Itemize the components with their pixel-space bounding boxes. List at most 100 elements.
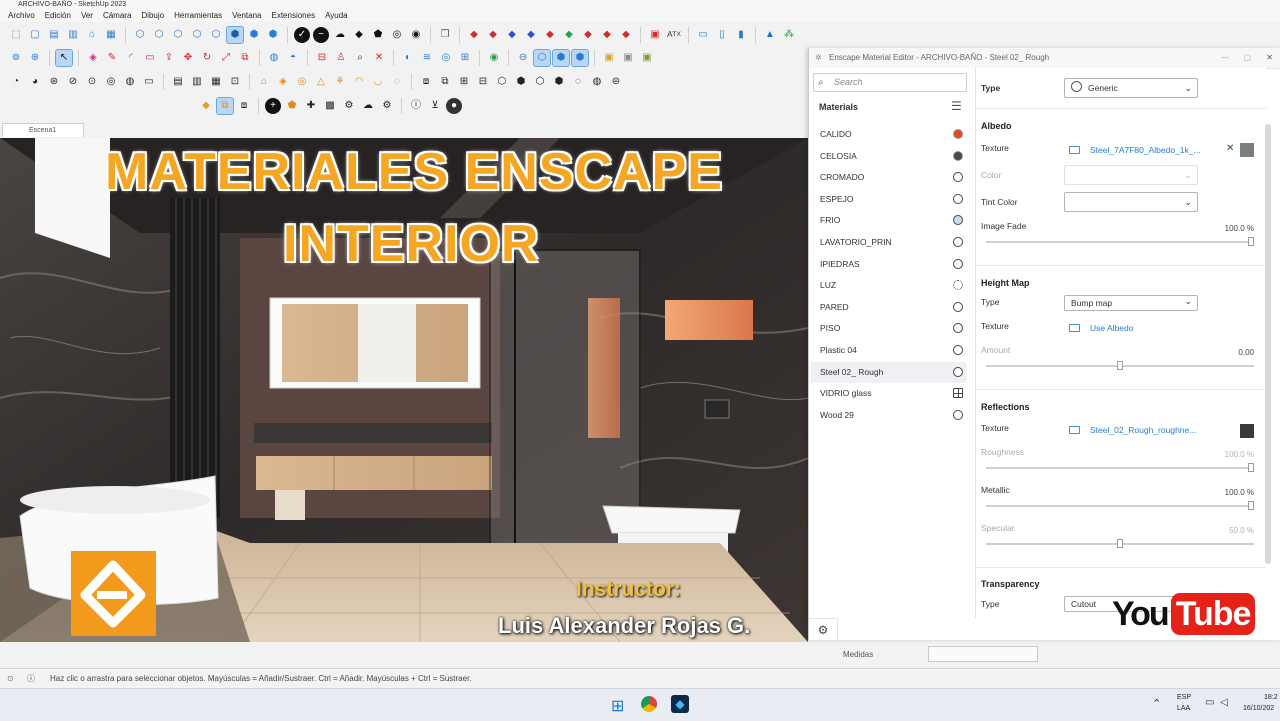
slider-knob[interactable]: [1248, 501, 1254, 510]
sandbox-2-icon[interactable]: ◕: [27, 74, 43, 90]
material-item[interactable]: PISO: [811, 318, 967, 339]
bottom-view-icon[interactable]: ⬢: [246, 27, 262, 43]
arc-icon[interactable]: ◜: [123, 50, 139, 66]
search-input[interactable]: Search: [813, 73, 967, 92]
textured-icon[interactable]: ▣: [601, 50, 617, 66]
gear-icon[interactable]: ⚙: [341, 98, 357, 114]
top-view-icon[interactable]: ⬡: [151, 27, 167, 43]
solid-tool-2-icon[interactable]: ◆: [485, 27, 501, 43]
solid-2-icon[interactable]: ⬢: [551, 74, 567, 90]
fog-icon[interactable]: ≋: [419, 50, 435, 66]
slider-knob[interactable]: [1248, 237, 1254, 246]
solid-tool-7-icon[interactable]: ◆: [580, 27, 596, 43]
network-icon[interactable]: ▭: [1205, 697, 1214, 708]
get-models-icon[interactable]: ⬚: [8, 27, 24, 43]
union-icon[interactable]: ⊞: [456, 74, 472, 90]
menu-ayuda[interactable]: Ayuda: [325, 9, 348, 22]
material-item[interactable]: CALIDO: [811, 124, 967, 145]
select-arrow-icon[interactable]: ↖: [55, 49, 73, 67]
settings-gear-icon[interactable]: ⚙: [809, 618, 838, 641]
menu-archivo[interactable]: Archivo: [8, 9, 35, 22]
offset-icon[interactable]: ⧉: [237, 50, 253, 66]
display-icon[interactable]: ▭: [695, 27, 711, 43]
copy-icon[interactable]: ❐: [437, 27, 453, 43]
shaded-icon[interactable]: ⬢: [571, 49, 589, 67]
warehouse-4-icon[interactable]: △: [313, 74, 329, 90]
amount-slider[interactable]: [986, 361, 1254, 370]
warehouse-8-icon[interactable]: ◌: [389, 74, 405, 90]
save-icon[interactable]: ▥: [65, 27, 81, 43]
maximize-icon[interactable]: ▢: [1243, 48, 1251, 68]
panel-icon[interactable]: ▮: [733, 27, 749, 43]
menu-herramientas[interactable]: Herramientas: [174, 9, 222, 22]
outer-shell-icon[interactable]: ⧈: [418, 74, 434, 90]
albedo-texture-link[interactable]: Steel_7A7F80_Albedo_1k_...: [1090, 145, 1220, 155]
front-view-icon[interactable]: ⬡: [170, 27, 186, 43]
trim-icon[interactable]: ⬡: [494, 74, 510, 90]
style-view-icon[interactable]: ⬢: [265, 27, 281, 43]
scene-tab[interactable]: Escena1: [2, 123, 84, 137]
iso-view-icon[interactable]: ⬡: [132, 27, 148, 43]
solid-tool-8-icon[interactable]: ◆: [599, 27, 615, 43]
reflections-texture-swatch[interactable]: [1240, 424, 1254, 438]
hamburger-menu-icon[interactable]: ☰: [951, 99, 962, 113]
material-item[interactable]: Steel 02_ Rough: [811, 361, 967, 383]
back-view-icon[interactable]: ⬡: [208, 27, 224, 43]
cloud-upload-icon[interactable]: ☁: [360, 98, 376, 114]
move-icon[interactable]: ✥: [180, 50, 196, 66]
cart-icon[interactable]: ⊻: [427, 98, 443, 114]
geo-status-icon[interactable]: ⊙: [7, 669, 14, 689]
scene-4-icon[interactable]: ⊡: [227, 74, 243, 90]
shield-icon[interactable]: ⬟: [284, 98, 300, 114]
solid-tool-9-icon[interactable]: ◆: [618, 27, 634, 43]
rotate-icon[interactable]: ↻: [199, 50, 215, 66]
warehouse-1-icon[interactable]: ⌂: [256, 74, 272, 90]
clock-date[interactable]: 16/10/202: [1243, 705, 1274, 712]
material-item[interactable]: CROMADO: [811, 167, 967, 188]
image-fade-slider[interactable]: [986, 237, 1254, 246]
lang-line-1[interactable]: ESP: [1177, 694, 1191, 701]
intersect-icon[interactable]: ⧉: [437, 74, 453, 90]
folder-icon[interactable]: [1069, 426, 1080, 434]
medidas-input[interactable]: [928, 646, 1038, 662]
pushpull-icon[interactable]: ⇪: [161, 50, 177, 66]
warehouse-6-icon[interactable]: ◠: [351, 74, 367, 90]
sandbox-3-icon[interactable]: ⊛: [46, 74, 62, 90]
solid-icon[interactable]: ⬡: [532, 74, 548, 90]
material-item[interactable]: PARED: [811, 297, 967, 318]
split-icon[interactable]: ⬢: [513, 74, 529, 90]
warehouse-3-icon[interactable]: ◎: [294, 74, 310, 90]
menu-extensiones[interactable]: Extensiones: [271, 9, 315, 22]
metallic-slider[interactable]: [986, 501, 1254, 510]
lang-line-2[interactable]: LAA: [1177, 705, 1190, 712]
chrome-icon[interactable]: [641, 696, 657, 712]
solid-3-icon[interactable]: ◌: [570, 74, 586, 90]
solid-5-icon[interactable]: ⊜: [608, 74, 624, 90]
sandbox-8-icon[interactable]: ▭: [141, 74, 157, 90]
specular-slider[interactable]: [986, 539, 1254, 548]
clock-time[interactable]: 18:2: [1264, 694, 1278, 701]
folder-icon[interactable]: [1069, 146, 1080, 154]
eye-icon[interactable]: ◉: [408, 27, 424, 43]
home-icon[interactable]: ⌂: [84, 27, 100, 43]
warehouse-5-icon[interactable]: ⚘: [332, 74, 348, 90]
right-view-icon[interactable]: ⬡: [189, 27, 205, 43]
warehouse-7-icon[interactable]: ◡: [370, 74, 386, 90]
minimize-icon[interactable]: —: [1221, 48, 1229, 68]
cloud-icon[interactable]: ☁: [332, 27, 348, 43]
viewport-render[interactable]: MATERIALES ENSCAPE INTERIOR Instructor: …: [0, 138, 808, 642]
close-icon[interactable]: ✕: [1266, 48, 1273, 68]
menu-ventana[interactable]: Ventana: [232, 9, 261, 22]
monochrome-icon[interactable]: ▣: [620, 50, 636, 66]
rectangle-icon[interactable]: ▭: [142, 50, 158, 66]
slider-knob[interactable]: [1117, 361, 1123, 370]
sandbox-5-icon[interactable]: ⊙: [84, 74, 100, 90]
walk-icon[interactable]: ♙: [333, 50, 349, 66]
new-file-icon[interactable]: ▢: [27, 27, 43, 43]
check-icon[interactable]: ✓: [294, 27, 310, 43]
info-icon[interactable]: ⓘ: [408, 98, 424, 114]
volume-icon[interactable]: ◁: [1220, 697, 1228, 708]
open-file-icon[interactable]: ▤: [46, 27, 62, 43]
scene-3-icon[interactable]: ▦: [208, 74, 224, 90]
geo-icon[interactable]: ◉: [486, 50, 502, 66]
